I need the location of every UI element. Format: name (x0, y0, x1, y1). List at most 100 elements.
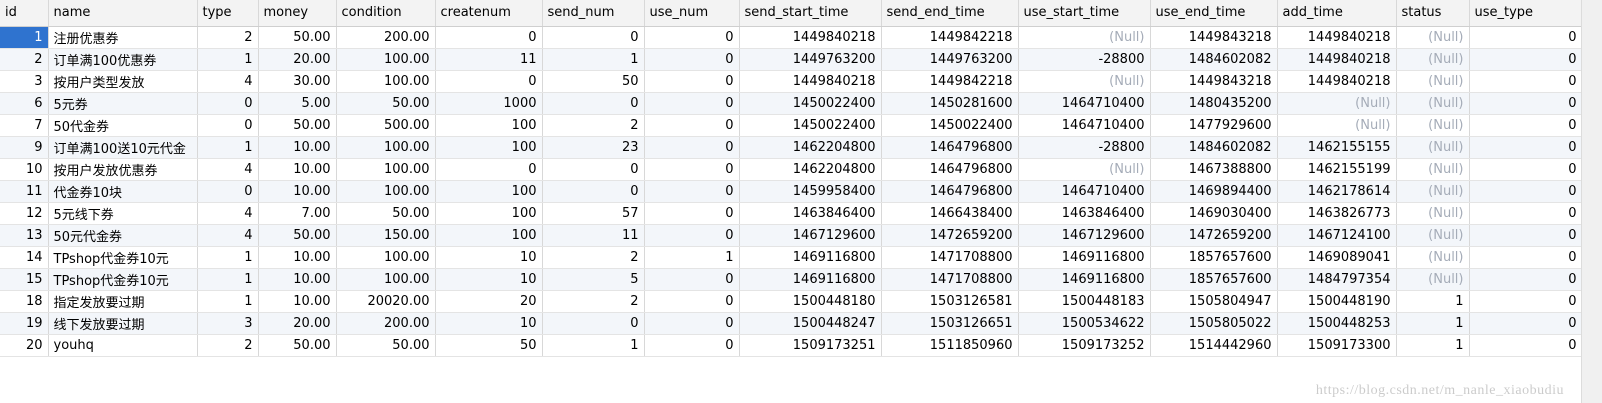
cell-name[interactable]: 注册优惠券 (48, 26, 198, 49)
table-row[interactable]: 13 50元代金券 4 50.00 150.00 100 11 0 1467129600 1472… (0, 224, 1583, 247)
cell-createnum[interactable]: 50 (435, 334, 543, 357)
cell-condition[interactable]: 150.00 (336, 224, 436, 247)
cell-id[interactable]: 1 (0, 26, 49, 49)
cell-use-end-time[interactable]: 1449843218 (1150, 26, 1278, 49)
cell-type[interactable]: 0 (197, 92, 259, 115)
cell-type[interactable]: 0 (197, 114, 259, 137)
cell-id[interactable]: 14 (0, 246, 49, 269)
cell-send-end-time[interactable]: 1450022400 (881, 114, 1019, 137)
cell-name[interactable]: 5元线下券 (48, 202, 198, 225)
cell-use-type[interactable]: 0 (1469, 224, 1583, 247)
cell-use-num[interactable]: 0 (644, 224, 740, 247)
cell-condition[interactable]: 20020.00 (336, 290, 436, 313)
cell-money[interactable]: 50.00 (258, 26, 337, 49)
cell-use-num[interactable]: 0 (644, 70, 740, 93)
cell-use-num[interactable]: 1 (644, 246, 740, 269)
cell-use-end-time[interactable]: 1484602082 (1150, 48, 1278, 71)
cell-use-type[interactable]: 0 (1469, 268, 1583, 291)
cell-use-start-time[interactable]: (Null) (1018, 70, 1151, 93)
cell-type[interactable]: 1 (197, 290, 259, 313)
cell-add-time[interactable]: (Null) (1277, 114, 1397, 137)
cell-createnum[interactable]: 0 (435, 158, 543, 181)
table-row[interactable]: 1 注册优惠券 2 50.00 200.00 0 0 0 1449840218 144984221… (0, 26, 1583, 49)
cell-condition[interactable]: 50.00 (336, 92, 436, 115)
table-row[interactable]: 11 代金券10块 0 10.00 100.00 100 0 0 1459958400 14647… (0, 180, 1583, 203)
cell-use-end-time[interactable]: 1477929600 (1150, 114, 1278, 137)
cell-add-time[interactable]: 1500448190 (1277, 290, 1397, 313)
cell-use-num[interactable]: 0 (644, 334, 740, 357)
column-header-send-start-time[interactable]: send_start_time (739, 0, 882, 27)
cell-use-end-time[interactable]: 1467388800 (1150, 158, 1278, 181)
cell-money[interactable]: 20.00 (258, 48, 337, 71)
cell-name[interactable]: TPshop代金券10元 (48, 268, 198, 291)
cell-send-num[interactable]: 0 (542, 92, 645, 115)
cell-status[interactable]: 1 (1396, 290, 1470, 313)
cell-money[interactable]: 10.00 (258, 180, 337, 203)
cell-send-num[interactable]: 0 (542, 180, 645, 203)
cell-send-start-time[interactable]: 1450022400 (739, 114, 882, 137)
cell-use-num[interactable]: 0 (644, 114, 740, 137)
table-row[interactable]: 20 youhq 2 50.00 50.00 50 1 0 1509173251 15118509… (0, 334, 1583, 357)
cell-send-end-time[interactable]: 1450281600 (881, 92, 1019, 115)
cell-use-type[interactable]: 0 (1469, 70, 1583, 93)
cell-status[interactable]: (Null) (1396, 92, 1470, 115)
column-header-use-type[interactable]: use_type (1469, 0, 1583, 27)
cell-use-start-time[interactable]: 1469116800 (1018, 268, 1151, 291)
cell-type[interactable]: 1 (197, 246, 259, 269)
cell-type[interactable]: 4 (197, 224, 259, 247)
cell-money[interactable]: 10.00 (258, 136, 337, 159)
cell-use-end-time[interactable]: 1514442960 (1150, 334, 1278, 357)
table-row[interactable]: 12 5元线下券 4 7.00 50.00 100 57 0 1463846400 1466438… (0, 202, 1583, 225)
cell-createnum[interactable]: 100 (435, 224, 543, 247)
cell-use-num[interactable]: 0 (644, 312, 740, 335)
cell-money[interactable]: 10.00 (258, 290, 337, 313)
cell-use-num[interactable]: 0 (644, 180, 740, 203)
cell-id[interactable]: 2 (0, 48, 49, 71)
cell-createnum[interactable]: 1000 (435, 92, 543, 115)
cell-createnum[interactable]: 0 (435, 70, 543, 93)
cell-use-end-time[interactable]: 1480435200 (1150, 92, 1278, 115)
cell-type[interactable]: 0 (197, 180, 259, 203)
cell-name[interactable]: 指定发放要过期 (48, 290, 198, 313)
cell-send-num[interactable]: 2 (542, 290, 645, 313)
cell-send-start-time[interactable]: 1467129600 (739, 224, 882, 247)
table-row[interactable]: 19 线下发放要过期 3 20.00 200.00 10 0 0 1500448247 15031… (0, 312, 1583, 335)
cell-createnum[interactable]: 11 (435, 48, 543, 71)
cell-money[interactable]: 50.00 (258, 114, 337, 137)
cell-add-time[interactable]: 1449840218 (1277, 70, 1397, 93)
cell-status[interactable]: (Null) (1396, 114, 1470, 137)
cell-send-num[interactable]: 5 (542, 268, 645, 291)
cell-use-num[interactable]: 0 (644, 136, 740, 159)
column-header-send-end-time[interactable]: send_end_time (881, 0, 1019, 27)
cell-send-end-time[interactable]: 1511850960 (881, 334, 1019, 357)
cell-condition[interactable]: 100.00 (336, 246, 436, 269)
cell-send-start-time[interactable]: 1449763200 (739, 48, 882, 71)
cell-use-num[interactable]: 0 (644, 268, 740, 291)
cell-send-num[interactable]: 0 (542, 312, 645, 335)
cell-id[interactable]: 18 (0, 290, 49, 313)
cell-createnum[interactable]: 10 (435, 268, 543, 291)
cell-name[interactable]: 50代金券 (48, 114, 198, 137)
cell-use-type[interactable]: 0 (1469, 202, 1583, 225)
cell-send-end-time[interactable]: 1449842218 (881, 26, 1019, 49)
cell-send-start-time[interactable]: 1509173251 (739, 334, 882, 357)
cell-add-time[interactable]: 1509173300 (1277, 334, 1397, 357)
cell-id[interactable]: 13 (0, 224, 49, 247)
cell-condition[interactable]: 100.00 (336, 48, 436, 71)
cell-use-type[interactable]: 0 (1469, 26, 1583, 49)
cell-condition[interactable]: 50.00 (336, 202, 436, 225)
cell-send-num[interactable]: 1 (542, 48, 645, 71)
cell-add-time[interactable]: 1500448253 (1277, 312, 1397, 335)
cell-send-num[interactable]: 50 (542, 70, 645, 93)
cell-use-end-time[interactable]: 1857657600 (1150, 246, 1278, 269)
cell-type[interactable]: 1 (197, 268, 259, 291)
cell-use-type[interactable]: 0 (1469, 290, 1583, 313)
cell-use-start-time[interactable]: 1464710400 (1018, 92, 1151, 115)
cell-use-start-time[interactable]: (Null) (1018, 26, 1151, 49)
cell-condition[interactable]: 50.00 (336, 334, 436, 357)
cell-send-end-time[interactable]: 1464796800 (881, 158, 1019, 181)
cell-createnum[interactable]: 20 (435, 290, 543, 313)
cell-status[interactable]: (Null) (1396, 180, 1470, 203)
cell-use-num[interactable]: 0 (644, 48, 740, 71)
cell-name[interactable]: 订单满100优惠券 (48, 48, 198, 71)
